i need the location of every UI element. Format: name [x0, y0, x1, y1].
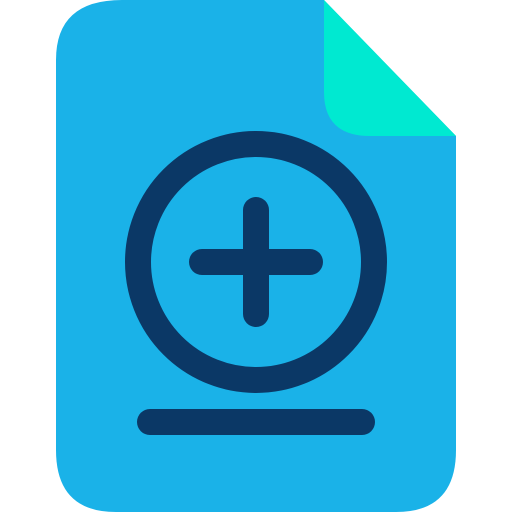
add-file-icon-canvas [0, 0, 512, 512]
folded-corner [324, 0, 456, 136]
add-file-icon [56, 0, 456, 512]
